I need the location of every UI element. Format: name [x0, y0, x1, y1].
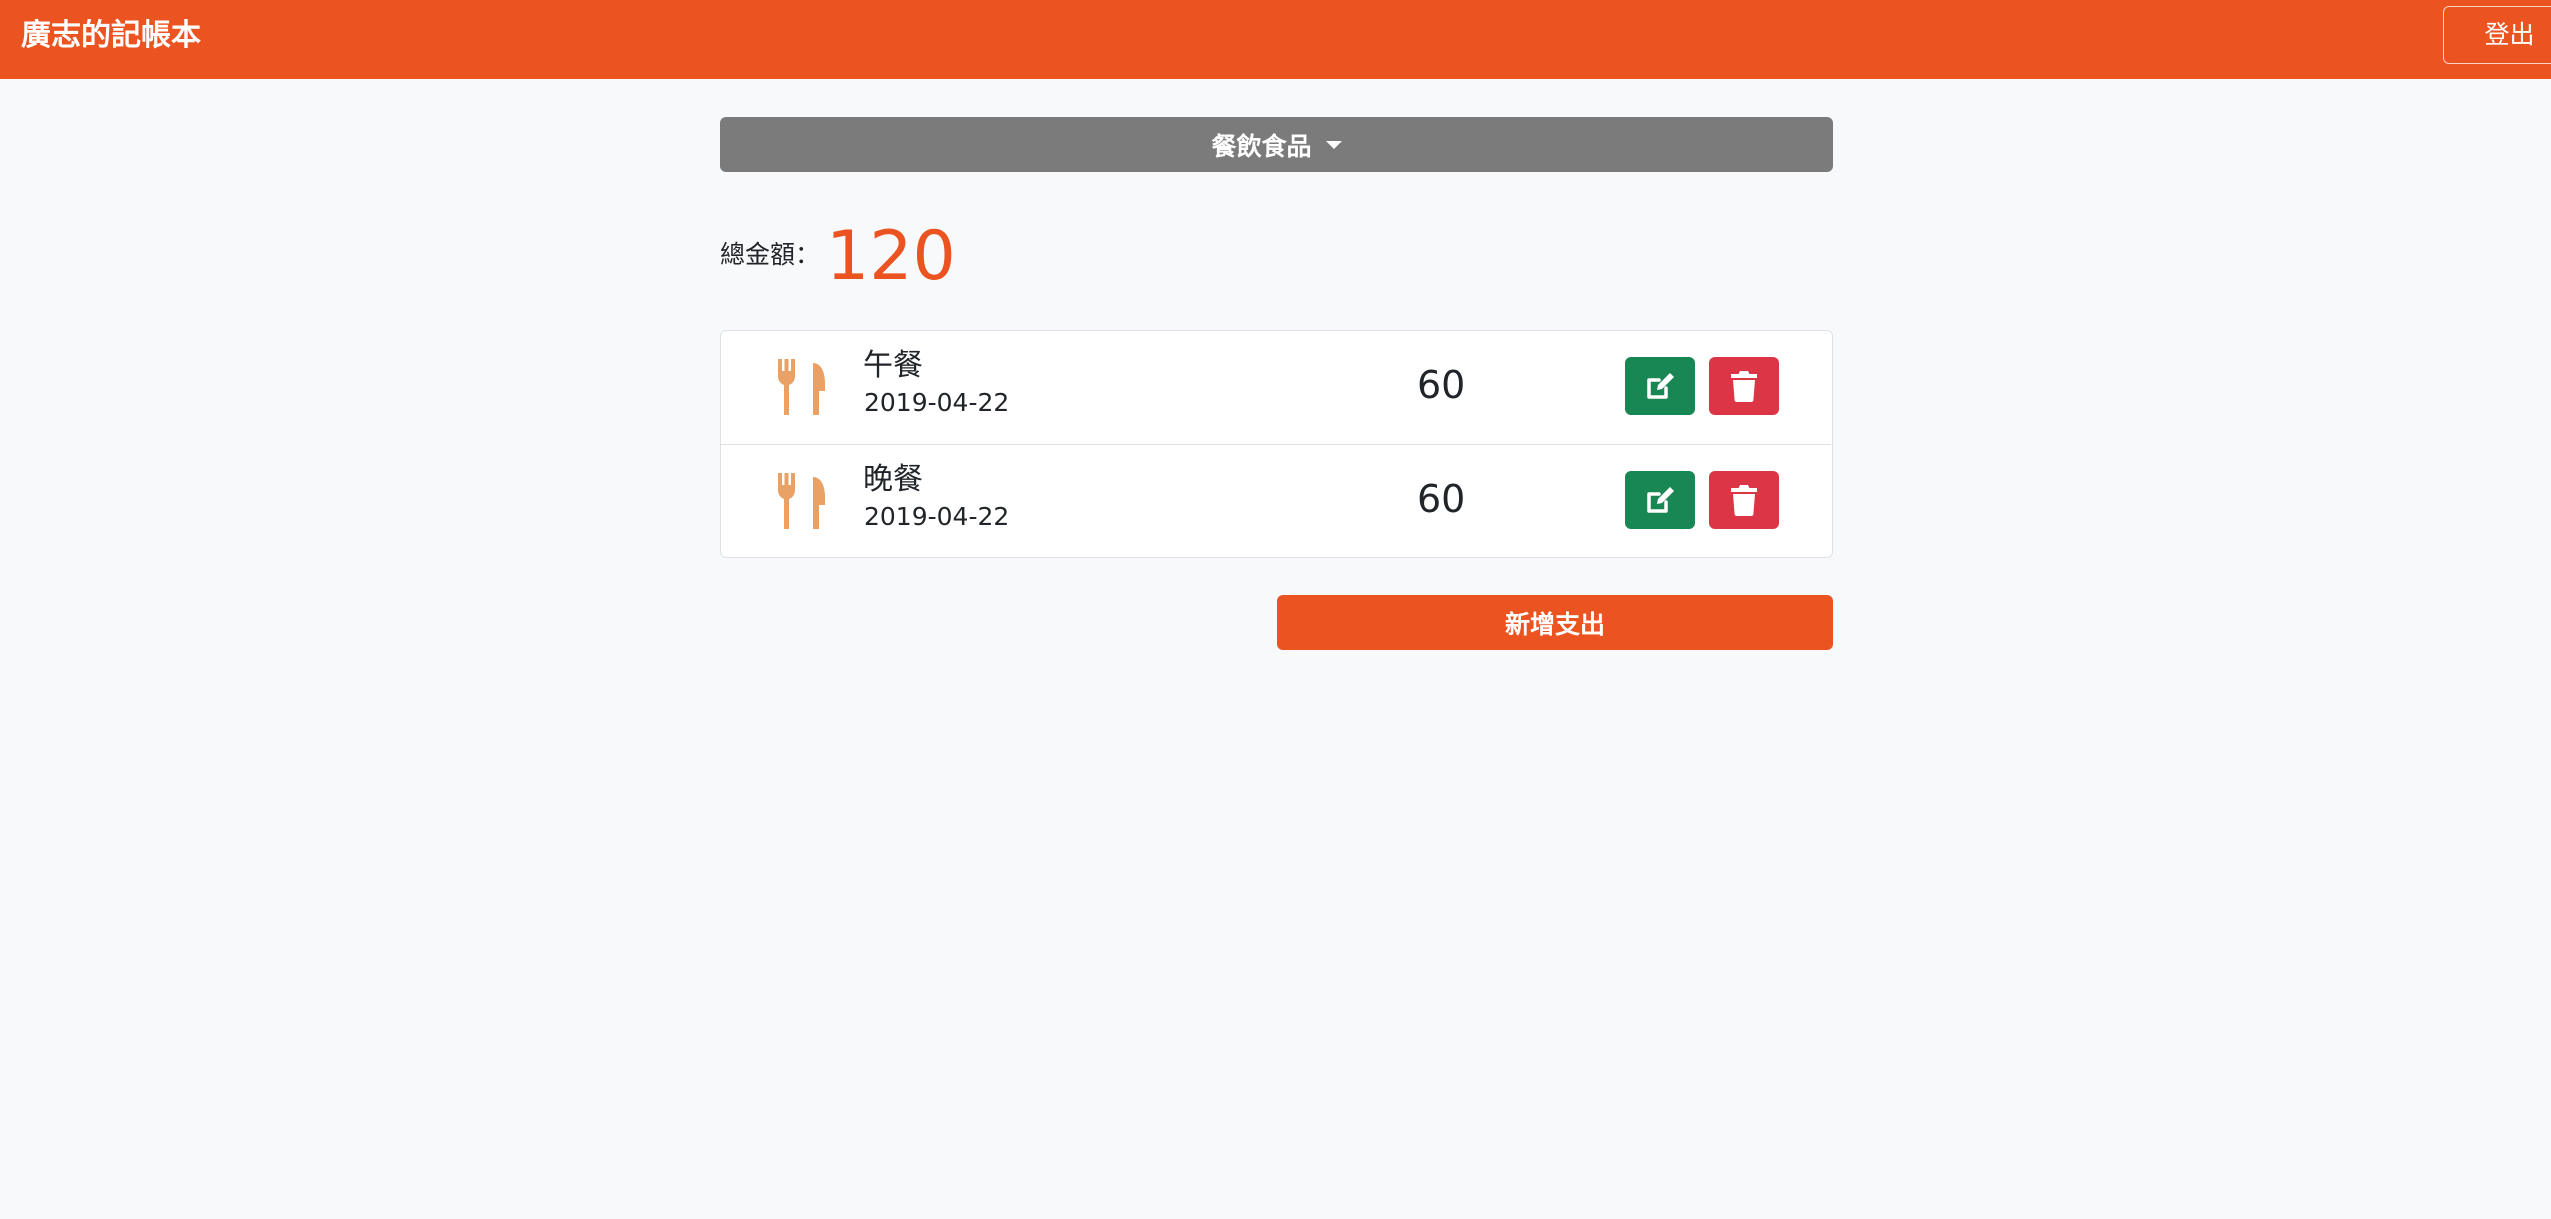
record-row: 晚餐 2019-04-22 60 — [721, 444, 1831, 558]
record-date: 2019-04-22 — [864, 388, 1010, 417]
record-amount: 60 — [1417, 363, 1466, 407]
edit-button[interactable] — [1625, 471, 1695, 529]
add-expense-button[interactable]: 新增支出 — [1277, 595, 1833, 650]
edit-icon — [1647, 373, 1674, 399]
record-name: 午餐 — [863, 348, 923, 383]
navbar: 廣志的記帳本 登出 — [0, 0, 2551, 79]
record-row: 午餐 2019-04-22 60 — [721, 331, 1831, 444]
record-name: 晚餐 — [863, 462, 923, 497]
logout-button[interactable]: 登出 — [2443, 6, 2551, 64]
trash-icon — [1731, 371, 1757, 402]
caret-down-icon — [1325, 140, 1342, 149]
app-title[interactable]: 廣志的記帳本 — [21, 17, 201, 55]
category-dropdown[interactable]: 餐飲食品 — [720, 117, 1833, 172]
category-dropdown-label: 餐飲食品 — [1211, 131, 1312, 161]
utensils-icon — [778, 359, 825, 415]
record-amount: 60 — [1417, 477, 1466, 521]
delete-button[interactable] — [1709, 357, 1779, 415]
total-label: 總金額： — [720, 240, 821, 269]
utensils-icon — [778, 473, 825, 529]
edit-icon — [1647, 487, 1674, 513]
record-list: 午餐 2019-04-22 60 晚餐 2019-04-22 60 — [720, 330, 1833, 558]
edit-button[interactable] — [1625, 357, 1695, 415]
record-date: 2019-04-22 — [864, 502, 1010, 531]
trash-icon — [1731, 485, 1757, 516]
total-amount: 120 — [826, 217, 956, 296]
delete-button[interactable] — [1709, 471, 1779, 529]
